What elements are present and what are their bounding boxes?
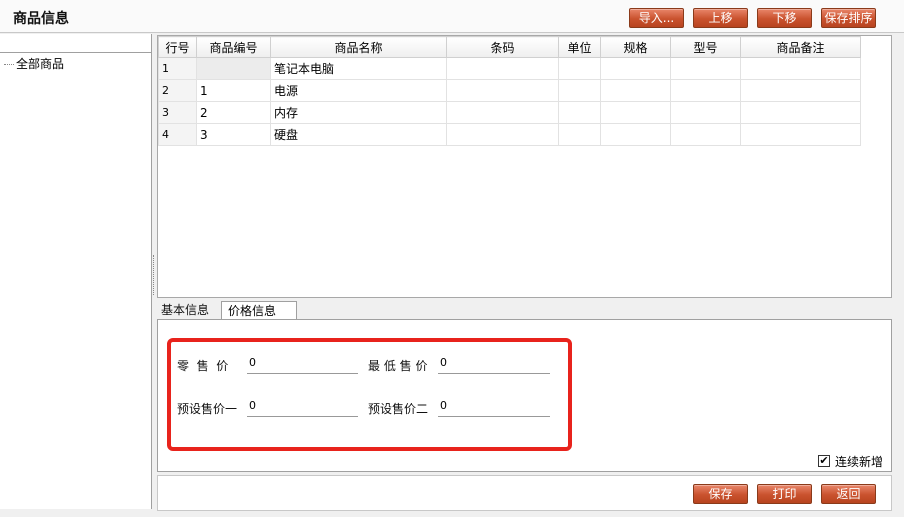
preset-price-1-label: 预设售价一 (177, 402, 238, 416)
product-code-cell[interactable]: 2 (196, 101, 271, 124)
column-header-row-no[interactable]: 行号 (158, 36, 197, 58)
product-code-cell[interactable]: 1 (196, 79, 271, 102)
tree-divider (0, 52, 152, 53)
unit-cell[interactable] (558, 79, 601, 102)
remark-cell[interactable] (740, 101, 861, 124)
spec-cell[interactable] (600, 57, 671, 80)
title-bar: 商品信息 导入... 上移 下移 保存排序 (0, 0, 904, 33)
column-header-spec[interactable]: 规格 (600, 36, 671, 58)
table-row[interactable]: 3 2 内存 (158, 101, 861, 124)
row-number: 3 (158, 101, 197, 124)
min-price-input[interactable]: 0 (438, 356, 550, 374)
row-number: 4 (158, 123, 197, 146)
highlight-box (167, 338, 572, 451)
spec-cell[interactable] (600, 79, 671, 102)
product-name-cell[interactable]: 内存 (270, 101, 447, 124)
grid-header-row: 行号 商品编号 商品名称 条码 单位 规格 型号 商品备注 (158, 36, 861, 58)
row-number: 2 (158, 79, 197, 102)
unit-cell[interactable] (558, 101, 601, 124)
preset-price-1-input[interactable]: 0 (247, 399, 358, 417)
move-up-button[interactable]: 上移 (693, 8, 748, 28)
continuous-add-checkbox[interactable]: ✔ (818, 455, 830, 467)
barcode-cell[interactable] (446, 123, 559, 146)
remark-cell[interactable] (740, 57, 861, 80)
preset-price-2-label: 预设售价二 (368, 402, 429, 416)
product-grid: 行号 商品编号 商品名称 条码 单位 规格 型号 商品备注 1 笔记本电脑 2 (157, 35, 892, 298)
column-header-unit[interactable]: 单位 (558, 36, 601, 58)
product-name-cell[interactable]: 笔记本电脑 (270, 57, 447, 80)
back-button[interactable]: 返回 (821, 484, 876, 504)
continuous-add-label: 连续新增 (835, 455, 884, 469)
tab-price-info[interactable]: 价格信息 (221, 301, 297, 320)
spec-cell[interactable] (600, 101, 671, 124)
tree-connector (4, 64, 14, 65)
model-cell[interactable] (670, 101, 741, 124)
spec-cell[interactable] (600, 123, 671, 146)
save-order-button[interactable]: 保存排序 (821, 8, 876, 28)
page-title: 商品信息 (13, 11, 69, 27)
model-cell[interactable] (670, 123, 741, 146)
import-button[interactable]: 导入... (629, 8, 684, 28)
unit-cell[interactable] (558, 57, 601, 80)
print-button[interactable]: 打印 (757, 484, 812, 504)
column-header-model[interactable]: 型号 (670, 36, 741, 58)
table-row[interactable]: 4 3 硬盘 (158, 123, 861, 146)
column-header-code[interactable]: 商品编号 (196, 36, 271, 58)
tree-item-all-products[interactable]: 全部商品 (4, 55, 64, 72)
move-down-button[interactable]: 下移 (757, 8, 812, 28)
save-button[interactable]: 保存 (693, 484, 748, 504)
min-price-label: 最 低 售 价 (368, 359, 428, 373)
remark-cell[interactable] (740, 79, 861, 102)
table-row[interactable]: 2 1 电源 (158, 79, 861, 102)
unit-cell[interactable] (558, 123, 601, 146)
splitter-handle[interactable] (153, 255, 156, 295)
product-code-cell[interactable]: 3 (196, 123, 271, 146)
column-header-remark[interactable]: 商品备注 (740, 36, 861, 58)
retail-price-label: 零 售 价 (177, 359, 229, 373)
barcode-cell[interactable] (446, 79, 559, 102)
category-tree: 全部商品 (0, 34, 152, 509)
product-name-cell[interactable]: 硬盘 (270, 123, 447, 146)
product-name-cell[interactable]: 电源 (270, 79, 447, 102)
column-header-barcode[interactable]: 条码 (446, 36, 559, 58)
tree-item-label: 全部商品 (16, 57, 65, 71)
column-header-name[interactable]: 商品名称 (270, 36, 447, 58)
preset-price-2-input[interactable]: 0 (438, 399, 550, 417)
barcode-cell[interactable] (446, 57, 559, 80)
model-cell[interactable] (670, 57, 741, 80)
barcode-cell[interactable] (446, 101, 559, 124)
retail-price-input[interactable]: 0 (247, 356, 358, 374)
product-code-cell[interactable] (196, 57, 271, 80)
remark-cell[interactable] (740, 123, 861, 146)
tab-basic-info[interactable]: 基本信息 (157, 301, 221, 320)
row-number: 1 (158, 57, 197, 80)
model-cell[interactable] (670, 79, 741, 102)
table-row[interactable]: 1 笔记本电脑 (158, 57, 861, 80)
